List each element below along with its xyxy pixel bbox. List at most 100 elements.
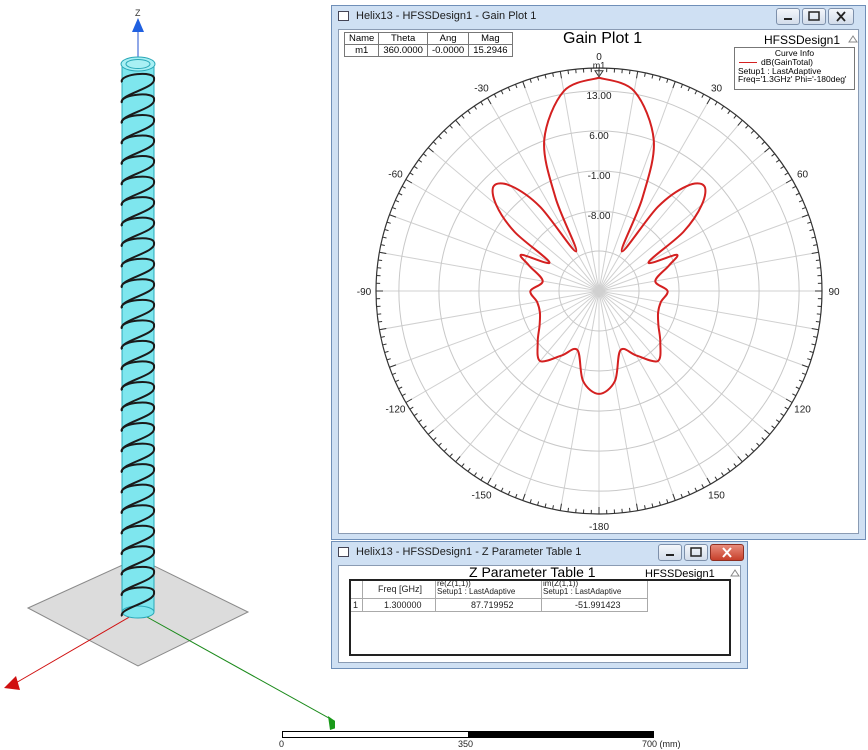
marker-header-name: Name [343, 32, 380, 45]
outer-tick [507, 87, 511, 92]
outer-tick [405, 398, 413, 403]
outer-tick [380, 244, 385, 246]
outer-tick [384, 229, 389, 232]
outer-tick [398, 386, 403, 390]
outer-tick [461, 463, 465, 468]
y-axis-arrow-icon [328, 716, 335, 730]
legend-freq: Freq='1.3GHz' Phi='-180deg' [738, 74, 847, 84]
outer-tick [761, 141, 766, 145]
outer-tick [628, 507, 631, 512]
zparam-window[interactable]: Helix13 - HFSSDesign1 - Z Parameter Tabl… [331, 541, 748, 669]
outer-tick [537, 501, 540, 506]
outer-tick [687, 87, 691, 92]
outer-tick [801, 364, 809, 368]
outer-tick [567, 507, 570, 512]
outer-tick [809, 229, 814, 232]
cylinder-bottom [121, 605, 155, 619]
maximize-button[interactable] [802, 8, 826, 25]
outer-tick [522, 493, 526, 501]
gain-plot-area[interactable]: 0 30 60 90 120 150 -180 -150 -120 -90 -60 -30 13.00 6… [338, 29, 859, 534]
model-view[interactable]: Z [0, 0, 335, 750]
outer-tick [733, 114, 737, 119]
outer-tick [398, 192, 403, 196]
outer-tick [745, 453, 749, 458]
outer-tick [761, 437, 766, 441]
outer-tick [764, 429, 771, 435]
minimize-button[interactable] [658, 544, 682, 561]
z-axis-arrow-icon [132, 18, 144, 32]
outer-tick [811, 251, 819, 254]
outer-tick [438, 135, 442, 140]
angle-label: -150 [471, 491, 491, 502]
outer-tick [395, 379, 400, 383]
outer-tick [745, 124, 749, 129]
outer-tick [401, 185, 406, 189]
outer-tick [418, 159, 423, 163]
outer-tick [714, 101, 718, 106]
close-button[interactable] [828, 8, 854, 25]
outer-tick [443, 130, 448, 134]
outer-tick [529, 78, 532, 83]
outer-tick [811, 236, 816, 239]
z-axis-label: Z [135, 8, 141, 18]
maximize-button[interactable] [684, 544, 708, 561]
outer-tick [775, 419, 780, 423]
marker-row-ang: -0.0000 [426, 44, 470, 57]
cell-im-z11[interactable]: -51.991423 [575, 600, 621, 610]
outer-tick [432, 437, 437, 441]
outer-tick [815, 259, 820, 262]
minimize-button[interactable] [776, 8, 800, 25]
zparam-dropdown-icon[interactable] [730, 569, 740, 577]
outer-tick [672, 81, 676, 89]
close-icon [836, 11, 846, 22]
polar-chart[interactable]: 0306090120150-180-150-120-90-60-3013.006… [339, 30, 859, 534]
outer-tick [687, 490, 691, 495]
design-dropdown-icon[interactable] [848, 35, 858, 43]
outer-tick [467, 467, 471, 472]
outer-tick [409, 406, 414, 410]
close-button[interactable] [710, 544, 744, 561]
outer-tick [798, 379, 803, 383]
outer-tick [780, 413, 785, 417]
close-icon [722, 547, 732, 558]
outer-tick [514, 84, 518, 89]
gain-window-titlebar[interactable]: Helix13 - HFSSDesign1 - Gain Plot 1 [332, 6, 865, 28]
outer-tick [801, 206, 806, 210]
outer-tick [405, 179, 413, 184]
outer-tick [733, 463, 737, 468]
outer-tick [418, 419, 423, 423]
zparam-grid[interactable]: Freq [GHz] re(Z(1,1)) Setup1 : LastAdapt… [349, 579, 731, 656]
outer-tick [389, 214, 397, 218]
zparam-window-title: Helix13 - HFSSDesign1 - Z Parameter Tabl… [356, 546, 582, 558]
outer-tick [379, 251, 387, 254]
outer-tick [644, 72, 646, 77]
col-header-freq[interactable]: Freq [GHz] [378, 584, 422, 594]
gain-plot-window[interactable]: Helix13 - HFSSDesign1 - Gain Plot 1 0 30 6… [331, 5, 866, 540]
angle-label: 120 [794, 405, 811, 416]
curve-info-legend[interactable]: Curve Info dB(GainTotal) Setup1 : LastAd… [734, 47, 855, 90]
outer-tick [493, 93, 497, 98]
outer-tick [756, 442, 760, 447]
outer-tick [764, 147, 771, 153]
cell-freq[interactable]: 1.300000 [384, 600, 422, 610]
outer-tick [422, 153, 427, 157]
radial-tick-label: -8.00 [588, 211, 611, 222]
cell-re-z11[interactable]: 87.719952 [471, 600, 514, 610]
outer-tick [813, 244, 818, 246]
outer-tick [811, 328, 819, 331]
col-header-im[interactable]: im(Z(1,1)) Setup1 : LastAdaptive [543, 580, 621, 596]
outer-tick [544, 503, 547, 508]
zparam-window-titlebar[interactable]: Helix13 - HFSSDesign1 - Z Parameter Tabl… [332, 542, 747, 564]
outer-tick [798, 199, 803, 203]
outer-tick [500, 487, 504, 492]
outer-tick [455, 119, 461, 126]
maximize-icon [690, 547, 702, 557]
marker-header-mag: Mag [468, 32, 513, 45]
scale-bar [282, 731, 654, 738]
outer-tick [813, 336, 818, 338]
col-header-im-bottom: Setup1 : LastAdaptive [543, 587, 622, 596]
zparam-area[interactable]: Z Parameter Table 1 HFSSDesign1 Freq [GH… [338, 565, 741, 663]
outer-tick [750, 130, 755, 134]
col-header-re[interactable]: re(Z(1,1)) Setup1 : LastAdaptive [437, 580, 515, 596]
outer-tick [714, 476, 718, 481]
